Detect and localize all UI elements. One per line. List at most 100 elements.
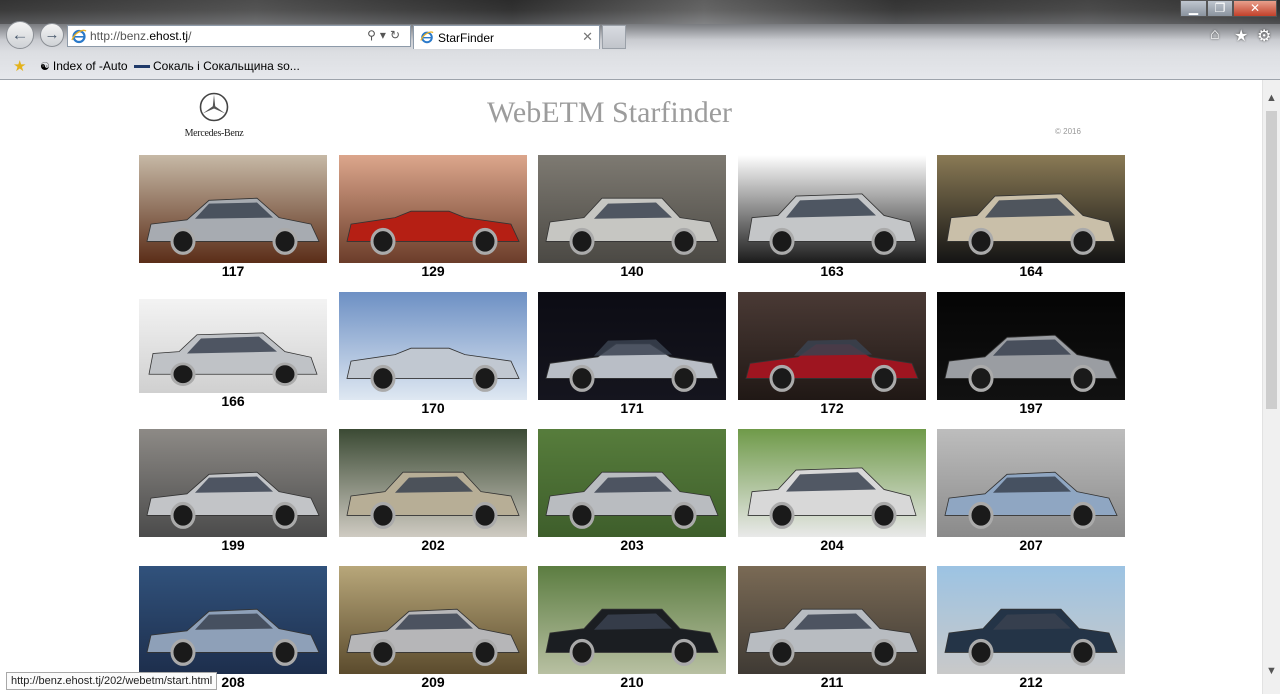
wheel: [671, 364, 697, 392]
model-number[interactable]: 117: [139, 263, 327, 279]
favorite-link-1-label: Index of -Auto: [52, 59, 128, 73]
model-number[interactable]: 207: [937, 537, 1125, 553]
wheel: [871, 364, 897, 392]
gear-icon[interactable]: ⚙: [1257, 26, 1271, 46]
car-thumbnail[interactable]: [937, 155, 1125, 263]
model-number[interactable]: 212: [937, 674, 1125, 690]
address-url: http://benz.ehost.tj/: [90, 29, 191, 43]
home-icon[interactable]: ⌂: [1210, 26, 1220, 44]
model-number[interactable]: 204: [738, 537, 926, 553]
scroll-up-icon[interactable]: ▲: [1263, 92, 1280, 104]
back-arrow-icon: ←: [11, 25, 29, 44]
back-button[interactable]: ←: [6, 21, 34, 49]
yin-yang-icon: ☯: [40, 61, 50, 73]
forward-button[interactable]: →: [40, 23, 64, 47]
car-thumbnail[interactable]: [738, 566, 926, 674]
maximize-button[interactable]: ❐: [1207, 0, 1233, 17]
wheel: [671, 638, 697, 666]
scrollbar-thumb[interactable]: [1266, 111, 1277, 409]
mercedes-star-icon: [199, 92, 229, 122]
forward-arrow-icon: →: [44, 26, 60, 43]
wheel: [170, 501, 196, 529]
scroll-down-icon[interactable]: ▼: [1263, 665, 1280, 677]
car-thumbnail[interactable]: [139, 429, 327, 537]
favorite-link-1[interactable]: ☯ Index of -Auto: [40, 59, 128, 73]
address-bar[interactable]: http://benz.ehost.tj/ ⚲▾↻: [67, 25, 411, 47]
close-window-button[interactable]: ✕: [1233, 0, 1277, 17]
wheel: [968, 227, 994, 255]
url-prefix: http://benz.: [90, 29, 150, 43]
wheel: [272, 362, 298, 386]
wheel: [472, 364, 498, 392]
wheel: [671, 501, 697, 529]
address-tools: ⚲▾↻: [367, 28, 404, 42]
refresh-icon[interactable]: ↻: [390, 28, 404, 42]
wheel: [769, 227, 795, 255]
model-number[interactable]: 164: [937, 263, 1125, 279]
search-icon[interactable]: ⚲: [367, 28, 380, 42]
car-thumbnail[interactable]: [738, 292, 926, 400]
car-thumbnail[interactable]: [738, 429, 926, 537]
model-number[interactable]: 199: [139, 537, 327, 553]
car-illustration: [538, 429, 726, 537]
car-thumbnail[interactable]: [339, 429, 527, 537]
model-number[interactable]: 140: [538, 263, 726, 279]
car-thumbnail[interactable]: [538, 566, 726, 674]
model-number[interactable]: 171: [538, 400, 726, 416]
window-background: [0, 0, 1280, 24]
model-number[interactable]: 210: [538, 674, 726, 690]
wheel: [968, 364, 994, 392]
model-number[interactable]: 197: [937, 400, 1125, 416]
model-number[interactable]: 170: [339, 400, 527, 416]
wheel: [1070, 364, 1096, 392]
tab-starfinder[interactable]: StarFinder ✕: [413, 25, 600, 49]
flag-icon: [134, 65, 150, 69]
car-thumbnail[interactable]: [538, 429, 726, 537]
wheel: [968, 501, 994, 529]
car-illustration: [139, 429, 327, 537]
wheel: [569, 638, 595, 666]
favorite-link-2[interactable]: Сокаль і Сокальщина so...: [134, 59, 300, 73]
wheel: [569, 364, 595, 392]
car-thumbnail[interactable]: [937, 566, 1125, 674]
vertical-scrollbar[interactable]: ▲ ▼: [1262, 80, 1280, 694]
model-number[interactable]: 209: [339, 674, 527, 690]
wheel: [170, 227, 196, 255]
car-thumbnail[interactable]: [937, 429, 1125, 537]
close-tab-icon[interactable]: ✕: [582, 29, 593, 45]
car-thumbnail[interactable]: [538, 292, 726, 400]
car-illustration: [538, 566, 726, 674]
model-number[interactable]: 166: [139, 393, 327, 409]
car-thumbnail[interactable]: [339, 292, 527, 400]
car-thumbnail[interactable]: [339, 566, 527, 674]
wheel: [569, 501, 595, 529]
car-illustration: [339, 155, 527, 263]
car-thumbnail[interactable]: [139, 155, 327, 263]
model-number[interactable]: 172: [738, 400, 926, 416]
model-number[interactable]: 163: [738, 263, 926, 279]
car-thumbnail[interactable]: [738, 155, 926, 263]
car-thumbnail[interactable]: [538, 155, 726, 263]
wheel: [472, 501, 498, 529]
model-number[interactable]: 129: [339, 263, 527, 279]
new-tab-button[interactable]: [602, 25, 626, 49]
car-thumbnail[interactable]: [139, 566, 327, 674]
favorites-icon[interactable]: ★: [13, 57, 26, 75]
model-number[interactable]: 211: [738, 674, 926, 690]
minimize-button[interactable]: ▁: [1180, 0, 1207, 17]
car-thumbnail[interactable]: [139, 299, 327, 393]
car-illustration: [139, 299, 327, 393]
favorites-star-icon[interactable]: ★: [1234, 26, 1248, 46]
model-number[interactable]: 202: [339, 537, 527, 553]
car-thumbnail[interactable]: [937, 292, 1125, 400]
car-thumbnail[interactable]: [339, 155, 527, 263]
car-illustration: [738, 155, 926, 263]
dropdown-chevron-icon[interactable]: ▾: [380, 28, 390, 42]
wheel: [871, 227, 897, 255]
mercedes-logo[interactable]: Mercedes-Benz: [182, 92, 246, 140]
wheel: [370, 638, 396, 666]
car-illustration: [937, 429, 1125, 537]
browser-chrome: ▁ ❐ ✕ ← → http://benz.ehost.tj/ ⚲▾↻ Star…: [0, 0, 1280, 80]
wheel: [1070, 638, 1096, 666]
model-number[interactable]: 203: [538, 537, 726, 553]
